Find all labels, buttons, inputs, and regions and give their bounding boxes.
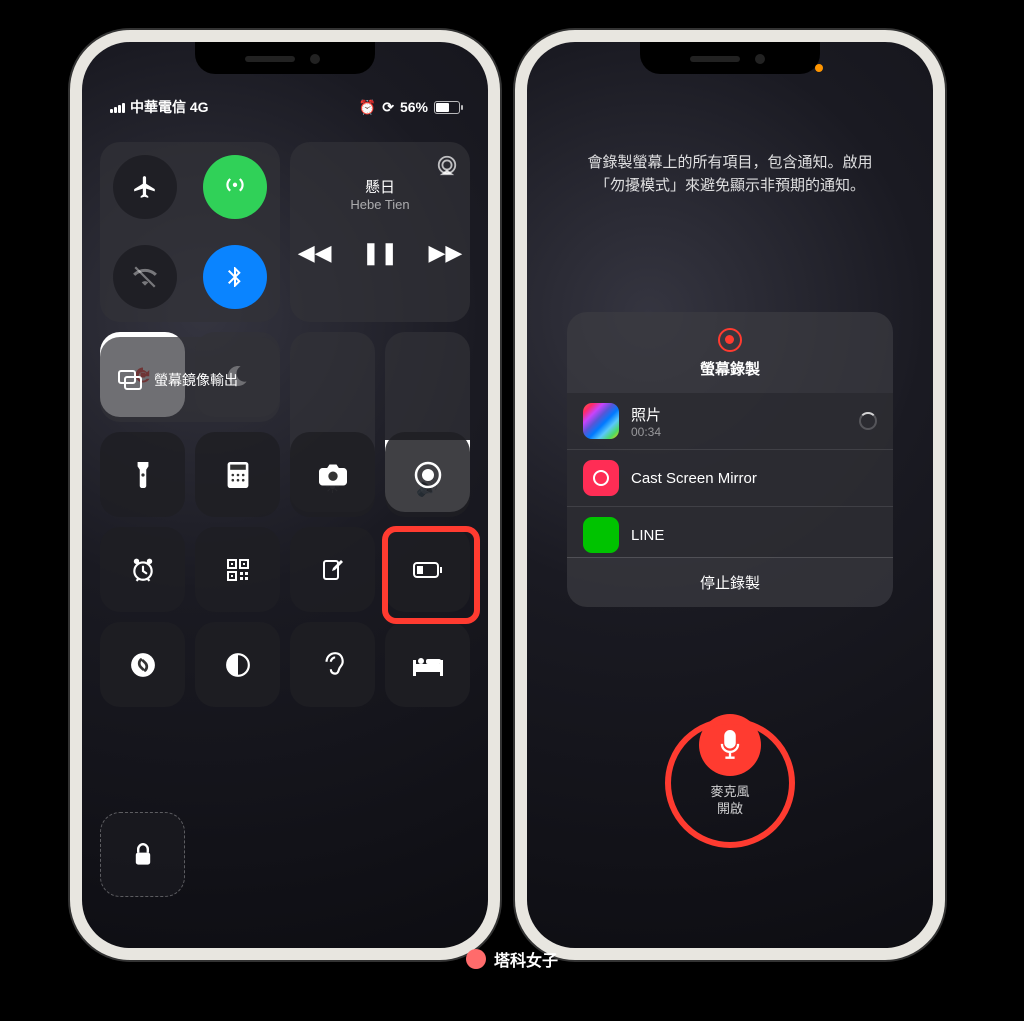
record-destination-line[interactable]: LINE [567,507,893,557]
mirror-icon [118,370,142,390]
dark-mode-icon [225,652,251,678]
screen-control-center: 中華電信 4G ⏰ ⟳ 56% [82,42,488,948]
alarm-icon: ⏰ [359,99,376,116]
screen-record-button[interactable] [385,432,470,517]
cellular-button[interactable] [203,155,267,219]
battery-low-icon [413,562,443,578]
status-bar: 中華電信 4G ⏰ ⟳ 56% [82,97,488,117]
hearing-button[interactable] [290,622,375,707]
microphone-toggle[interactable]: 麥克風 開啟 [699,714,761,818]
notes-button[interactable] [290,527,375,612]
microphone-icon [717,730,743,760]
shazam-icon [130,652,156,678]
battery-icon [434,101,460,114]
media-module[interactable]: 懸日 Hebe Tien ◀◀ ❚❚ ▶▶ [290,142,470,322]
accessibility-lock-button[interactable] [100,812,185,897]
carrier-label: 中華電信 4G [130,97,209,117]
timer-button[interactable] [100,527,185,612]
record-panel: 螢幕錄製 照片 00:34 Cast Screen Mirror [567,312,893,607]
lock-icon [133,843,153,867]
bluetooth-icon [223,265,247,289]
shazam-button[interactable] [100,622,185,707]
record-icon [413,460,443,490]
photos-app-icon [583,403,619,439]
camera-button[interactable] [290,432,375,517]
media-title: 懸日 [290,176,470,197]
watermark-icon [466,949,486,969]
alarm-clock-icon [130,557,156,583]
pause-button[interactable]: ❚❚ [362,240,399,266]
cast-app-icon [583,460,619,496]
mirror-label: 螢幕鏡像輸出 [154,370,238,390]
screen-record-sheet: 會錄製螢幕上的所有項目，包含通知。啟用 「勿擾模式」來避免顯示非預期的通知。 螢… [527,42,933,948]
phone-mockup-left: 中華電信 4G ⏰ ⟳ 56% [70,30,500,960]
media-artist: Hebe Tien [290,197,470,212]
airplane-icon [132,174,158,200]
record-title: 螢幕錄製 [567,358,893,379]
prev-button[interactable]: ◀◀ [298,240,332,266]
flashlight-icon [132,462,154,488]
phone-mockup-right: 會錄製螢幕上的所有項目，包含通知。啟用 「勿擾模式」來避免顯示非預期的通知。 螢… [515,30,945,960]
dark-mode-button[interactable] [195,622,280,707]
airplane-mode-button[interactable] [113,155,177,219]
notch [640,42,820,74]
info-text: 會錄製螢幕上的所有項目，包含通知。啟用 「勿擾模式」來避免顯示非預期的通知。 [557,152,903,197]
ear-icon [321,651,345,679]
wifi-button[interactable] [113,245,177,309]
mic-label-2: 開啟 [699,801,761,818]
record-destination-cast[interactable]: Cast Screen Mirror [567,450,893,507]
airplay-icon[interactable] [436,154,458,176]
low-power-button[interactable] [385,527,470,612]
wifi-off-icon [132,264,158,290]
qr-icon [226,558,250,582]
compose-icon [321,558,345,582]
lock-sync-icon: ⟳ [382,99,394,116]
connectivity-module[interactable] [100,142,280,322]
recording-indicator-dot [815,64,823,72]
next-button[interactable]: ▶▶ [428,240,462,266]
sleep-button[interactable] [385,622,470,707]
camera-icon [319,464,347,486]
calculator-icon [227,462,249,488]
flashlight-button[interactable] [100,432,185,517]
record-destination-photos[interactable]: 照片 00:34 [567,393,893,450]
notch [195,42,375,74]
calculator-button[interactable] [195,432,280,517]
record-status-icon [718,328,742,352]
bed-icon [413,654,443,676]
screen-mirror-button[interactable]: 螢幕鏡像輸出 [100,337,280,422]
signal-icon [110,101,125,113]
loading-spinner-icon [859,412,877,430]
bluetooth-button[interactable] [203,245,267,309]
stop-record-button[interactable]: 停止錄製 [567,557,893,607]
mic-label-1: 麥克風 [699,784,761,801]
antenna-icon [222,174,248,200]
watermark: 塔科女子 [466,947,558,971]
line-app-icon [583,517,619,553]
qr-code-button[interactable] [195,527,280,612]
battery-pct: 56% [400,99,428,115]
